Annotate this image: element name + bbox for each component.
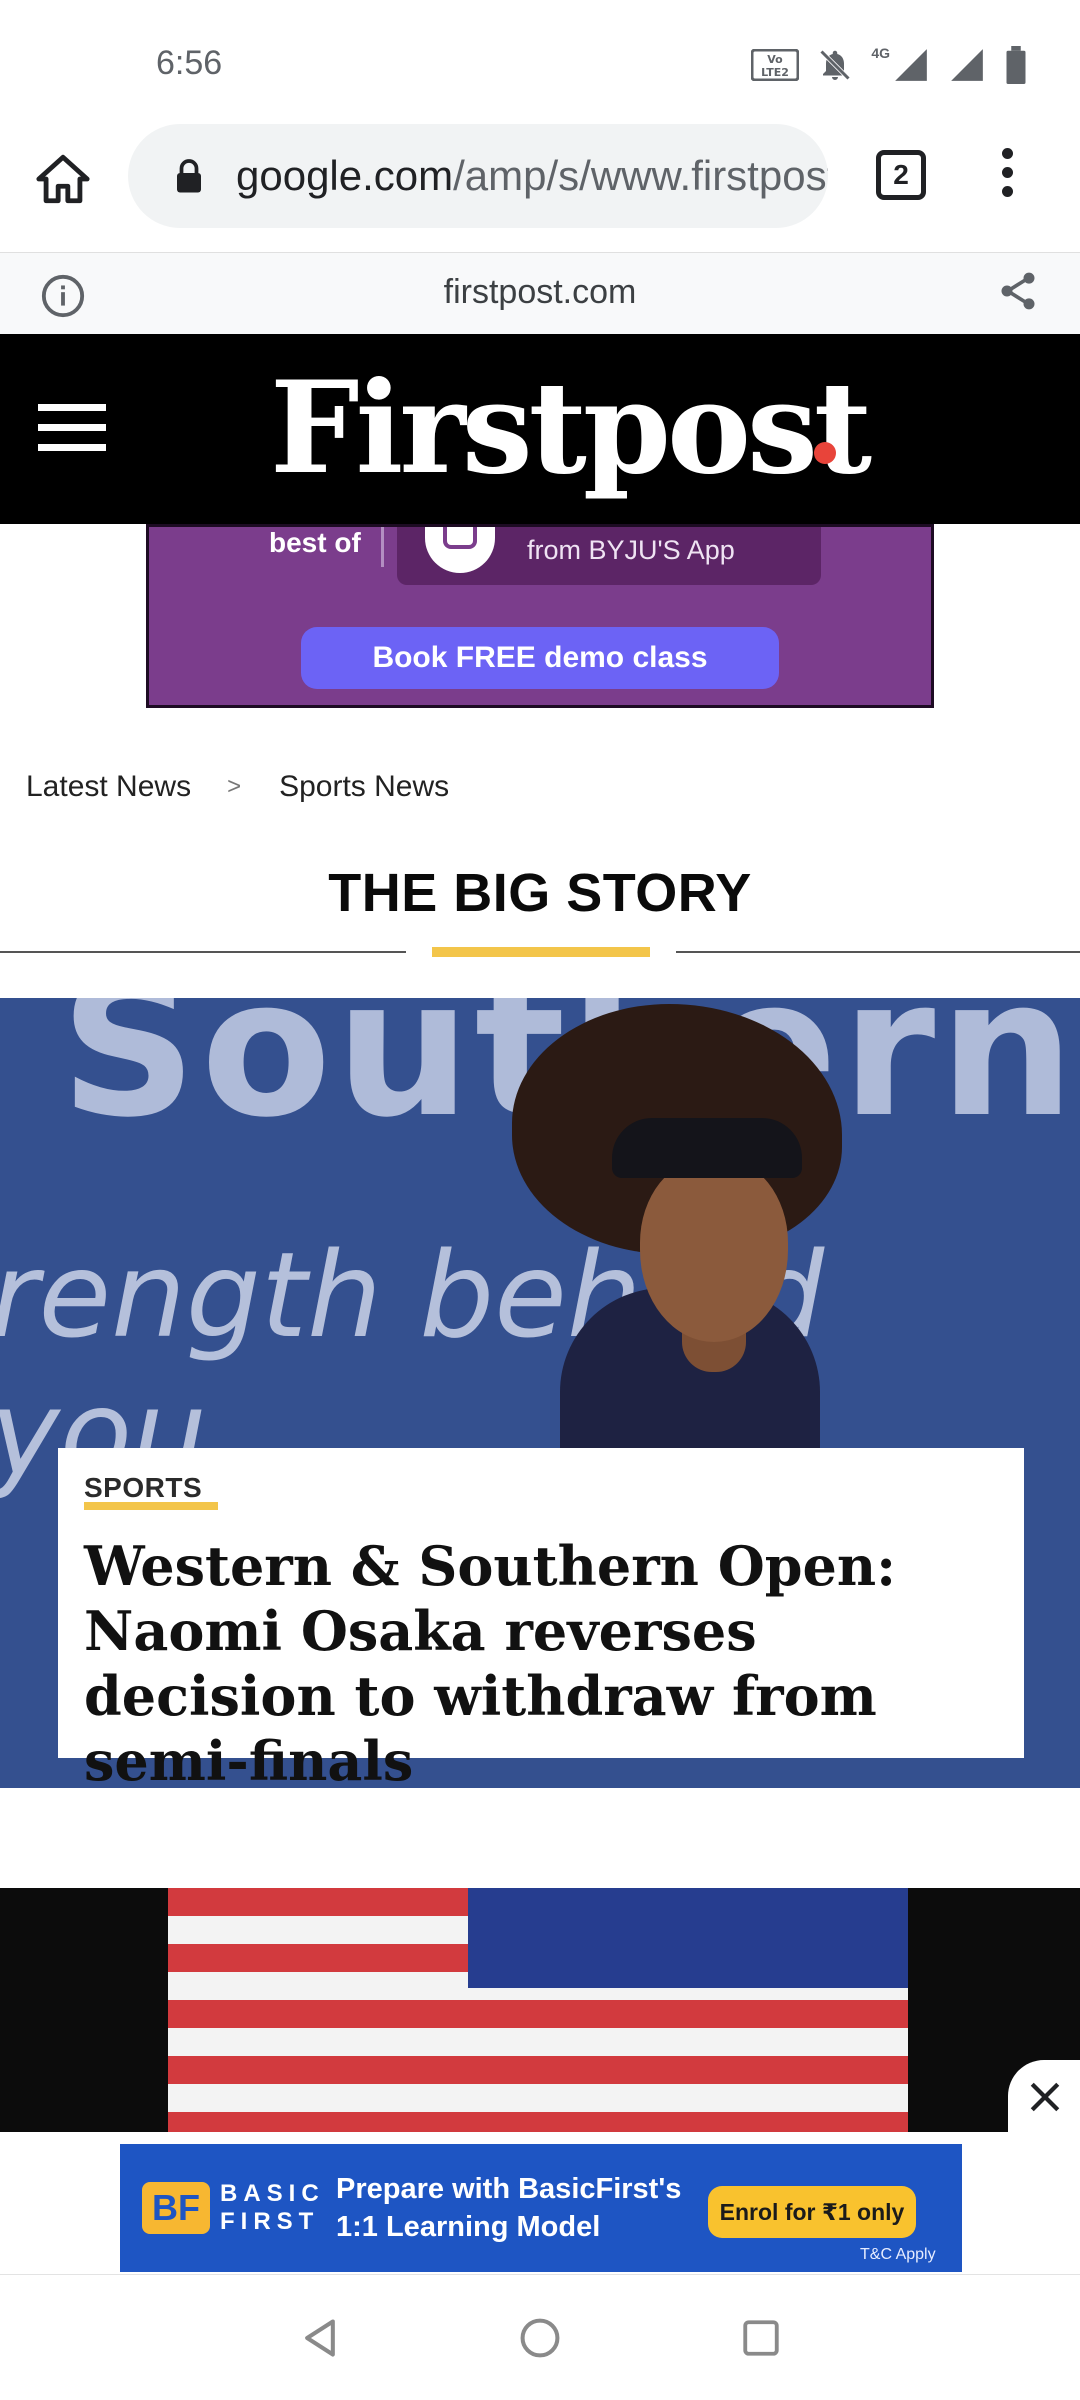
signal-icon [951, 49, 983, 81]
story-headline[interactable]: Western & Southern Open: Naomi Osaka rev… [84, 1534, 1014, 1794]
breadcrumb: Latest News > Sports News [26, 770, 449, 804]
system-nav-bar [0, 2274, 1080, 2400]
status-time: 6:56 [156, 44, 223, 82]
section-divider [676, 951, 1080, 953]
ad-divider [381, 527, 384, 567]
ad-text: Prepare with BasicFirst's 1:1 Learning M… [336, 2173, 682, 2243]
svg-text:LTE2: LTE2 [761, 66, 789, 79]
amp-header-bar: firstpost.com [0, 252, 1080, 334]
network-type: 4G [871, 45, 890, 61]
breadcrumb-separator: > [227, 773, 242, 800]
amp-domain: firstpost.com [443, 273, 637, 311]
ad-cta-button[interactable]: Book FREE demo class [301, 627, 779, 689]
close-ad-button[interactable] [1008, 2060, 1080, 2132]
ad-brand: BASIC FIRST [220, 2180, 325, 2235]
story-image[interactable] [0, 1888, 1080, 2132]
status-bar: 6:56 Vo LTE2 4G [0, 0, 1080, 120]
site-header: Firstpost [0, 334, 1080, 524]
url-bar[interactable]: google.com/amp/s/www.firstpost.com [128, 124, 828, 228]
recents-icon[interactable] [740, 2317, 782, 2359]
signal-icon [895, 49, 927, 81]
overflow-menu-icon[interactable] [992, 148, 1022, 208]
home-nav-icon[interactable] [518, 2315, 562, 2361]
section-accent-bar [432, 947, 650, 957]
url-path: /amp/s/www.firstpost.com [453, 152, 828, 199]
volte-icon: Vo LTE2 [751, 49, 800, 81]
flag-image [468, 1888, 908, 1988]
ad-text: best of [269, 527, 361, 558]
home-icon[interactable] [34, 150, 92, 208]
status-icons: Vo LTE2 4G [751, 45, 1028, 84]
battery-icon [1006, 46, 1026, 84]
url-text[interactable]: google.com/amp/s/www.firstpost.com [236, 152, 828, 200]
section-divider [0, 951, 406, 953]
ad-cta-button[interactable]: Enrol for ₹1 only [708, 2186, 916, 2238]
close-icon [1030, 2082, 1060, 2112]
tab-switcher-button[interactable]: 2 [876, 150, 926, 200]
top-ad-banner[interactable]: best of from BYJU'S App Book FREE demo c… [146, 524, 934, 708]
share-icon[interactable] [996, 269, 1040, 313]
ad-app-box: from BYJU'S App [397, 527, 821, 585]
logo-dot [814, 442, 836, 464]
back-icon[interactable] [298, 2315, 342, 2361]
ad-terms: T&C Apply [860, 2246, 936, 2263]
lock-icon [177, 159, 201, 193]
player-figure [612, 1118, 802, 1178]
section-title: THE BIG STORY [328, 863, 752, 923]
hamburger-menu-icon[interactable] [38, 404, 106, 452]
story-category[interactable]: SPORTS [84, 1472, 202, 1504]
mute-bell-icon [820, 49, 851, 81]
breadcrumb-item[interactable]: Latest News [26, 770, 191, 804]
player-figure [640, 1158, 788, 1342]
url-host: google.com [236, 152, 454, 199]
bottom-ad-banner[interactable]: BF BASIC FIRST Prepare with BasicFirst's… [120, 2144, 962, 2272]
browser-toolbar: google.com/amp/s/www.firstpost.com 2 [0, 120, 1080, 252]
play-icon [425, 527, 495, 573]
basicfirst-logo: BF [142, 2182, 210, 2234]
ad-app-text: from BYJU'S App [527, 535, 735, 565]
bottom-ad-container: BF BASIC FIRST Prepare with BasicFirst's… [0, 2132, 1080, 2274]
breadcrumb-item[interactable]: Sports News [279, 770, 449, 804]
story-card[interactable]: SPORTS Western & Southern Open: Naomi Os… [58, 1448, 1024, 1793]
svg-text:Vo: Vo [768, 53, 784, 66]
site-logo[interactable]: Firstpost [270, 354, 872, 502]
